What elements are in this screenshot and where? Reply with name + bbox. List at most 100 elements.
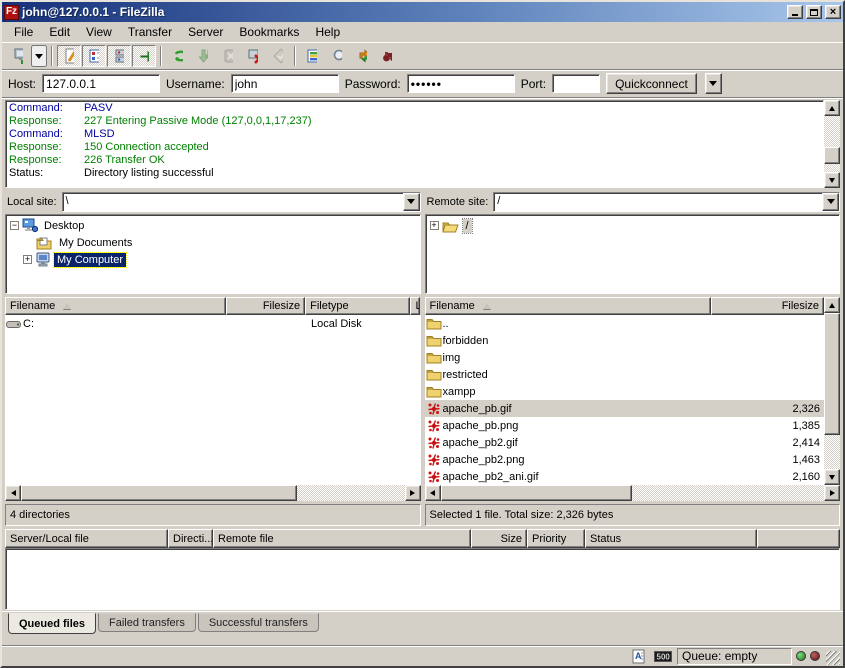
scroll-track[interactable]: [824, 116, 840, 172]
remote-file-row[interactable]: ..: [425, 315, 825, 332]
refresh-button[interactable]: [166, 45, 190, 67]
scroll-up-button[interactable]: [824, 297, 840, 313]
menu-view[interactable]: View: [78, 23, 120, 41]
column-header-priority[interactable]: Priority: [527, 529, 585, 548]
menu-transfer[interactable]: Transfer: [120, 23, 180, 41]
host-input[interactable]: [42, 74, 160, 93]
scroll-track[interactable]: [824, 313, 840, 469]
tab-failed-transfers[interactable]: Failed transfers: [98, 613, 196, 632]
title-bar[interactable]: Fz john@127.0.0.1 - FileZilla ×: [2, 2, 843, 22]
column-header-filename[interactable]: Filename: [425, 297, 711, 315]
log-vertical-scrollbar[interactable]: [824, 100, 840, 188]
minimize-button[interactable]: [787, 5, 803, 19]
remote-file-row[interactable]: forbidden: [425, 332, 825, 349]
sort-ascending-icon: [483, 303, 491, 309]
reconnect-button[interactable]: [266, 45, 290, 67]
column-header-filesize[interactable]: Filesize: [226, 297, 306, 315]
port-input[interactable]: [552, 74, 600, 93]
column-header-direction[interactable]: Directi...: [168, 529, 213, 548]
local-horizontal-scrollbar[interactable]: [5, 485, 421, 501]
maximize-icon: [810, 9, 818, 16]
site-manager-button[interactable]: [6, 45, 30, 67]
scroll-left-button[interactable]: [5, 485, 21, 501]
scroll-thumb[interactable]: [21, 485, 297, 501]
close-button[interactable]: ×: [825, 5, 841, 19]
tree-item-desktop[interactable]: − Desktop: [6, 217, 420, 234]
directory-comparison-button[interactable]: [325, 45, 349, 67]
scroll-left-button[interactable]: [425, 485, 441, 501]
remote-horizontal-scrollbar[interactable]: [425, 485, 841, 501]
expand-icon[interactable]: +: [23, 255, 32, 264]
column-header-size[interactable]: Size: [471, 529, 527, 548]
remote-file-row[interactable]: xampp: [425, 383, 825, 400]
menu-server[interactable]: Server: [180, 23, 231, 41]
quickconnect-button[interactable]: Quickconnect: [606, 73, 697, 94]
scroll-down-button[interactable]: [824, 172, 840, 188]
speed-limit-indicator[interactable]: 500: [653, 648, 673, 664]
remote-file-row[interactable]: apache_pb2.png 1,463: [425, 451, 825, 468]
menu-file[interactable]: File: [6, 23, 41, 41]
cancel-operation-button[interactable]: [216, 45, 240, 67]
remote-file-row[interactable]: apache_pb2_ani.gif 2,160: [425, 468, 825, 485]
site-manager-dropdown[interactable]: [31, 45, 47, 67]
scroll-thumb[interactable]: [824, 147, 840, 164]
expand-icon[interactable]: +: [430, 221, 439, 230]
column-header-filename[interactable]: Filename: [5, 297, 226, 315]
scroll-right-button[interactable]: [824, 485, 840, 501]
column-header-status[interactable]: Status: [585, 529, 757, 548]
scroll-thumb[interactable]: [441, 485, 633, 501]
remote-site-combo[interactable]: /: [493, 192, 840, 212]
column-header-remote-file[interactable]: Remote file: [213, 529, 471, 548]
toggle-local-tree-button[interactable]: [82, 45, 106, 67]
remote-file-row[interactable]: apache_pb2.gif 2,414: [425, 434, 825, 451]
toggle-message-log-button[interactable]: [57, 45, 81, 67]
local-site-dropdown[interactable]: [403, 193, 420, 211]
local-file-row[interactable]: C: Local Disk: [5, 315, 421, 332]
remote-file-row[interactable]: img: [425, 349, 825, 366]
process-queue-button[interactable]: [191, 45, 215, 67]
scroll-track[interactable]: [21, 485, 405, 501]
collapse-icon[interactable]: −: [10, 221, 19, 230]
queue-list-body[interactable]: [5, 548, 840, 610]
menu-help[interactable]: Help: [307, 23, 348, 41]
column-header-filesize[interactable]: Filesize: [711, 297, 825, 315]
image-file-icon: [425, 436, 443, 450]
column-header-filetype[interactable]: Filetype: [305, 297, 410, 315]
scroll-down-button[interactable]: [824, 469, 840, 485]
transfer-type-indicator[interactable]: A: [629, 648, 649, 664]
directory-filters-button[interactable]: [300, 45, 324, 67]
maximize-button[interactable]: [806, 5, 822, 19]
scroll-up-button[interactable]: [824, 100, 840, 116]
tab-successful-transfers[interactable]: Successful transfers: [198, 613, 319, 632]
local-list-body[interactable]: C: Local Disk: [5, 315, 421, 485]
tab-queued-files[interactable]: Queued files: [8, 613, 96, 634]
remote-file-row-selected[interactable]: apache_pb.gif 2,326: [425, 400, 825, 417]
local-site-combo[interactable]: \: [62, 192, 421, 212]
disconnect-button[interactable]: [241, 45, 265, 67]
file-size: 2,326: [724, 403, 824, 415]
find-files-button[interactable]: [375, 45, 399, 67]
tree-item-my-documents[interactable]: My Documents: [6, 234, 420, 251]
chevron-down-icon: [709, 81, 717, 86]
quickconnect-dropdown[interactable]: [705, 73, 722, 94]
resize-grip[interactable]: [826, 651, 840, 665]
scroll-thumb[interactable]: [824, 313, 840, 435]
password-input[interactable]: [407, 74, 515, 93]
menu-bookmarks[interactable]: Bookmarks: [231, 23, 307, 41]
toggle-transfer-queue-button[interactable]: [132, 45, 156, 67]
scroll-track[interactable]: [441, 485, 825, 501]
remote-list-body[interactable]: .. forbidden img: [425, 315, 825, 485]
column-header-server-local-file[interactable]: Server/Local file: [5, 529, 168, 548]
synchronized-browsing-button[interactable]: [350, 45, 374, 67]
menu-edit[interactable]: Edit: [41, 23, 78, 41]
remote-vertical-scrollbar[interactable]: [824, 297, 840, 485]
scroll-right-button[interactable]: [405, 485, 421, 501]
tree-item-root[interactable]: + /: [426, 217, 840, 234]
remote-site-dropdown[interactable]: [822, 193, 839, 211]
toggle-remote-tree-button[interactable]: [107, 45, 131, 67]
username-input[interactable]: [231, 74, 339, 93]
tree-item-my-computer[interactable]: + My Computer: [6, 251, 420, 268]
remote-file-row[interactable]: apache_pb.png 1,385: [425, 417, 825, 434]
remote-file-row[interactable]: restricted: [425, 366, 825, 383]
column-header-lastmodified[interactable]: L: [410, 297, 420, 315]
